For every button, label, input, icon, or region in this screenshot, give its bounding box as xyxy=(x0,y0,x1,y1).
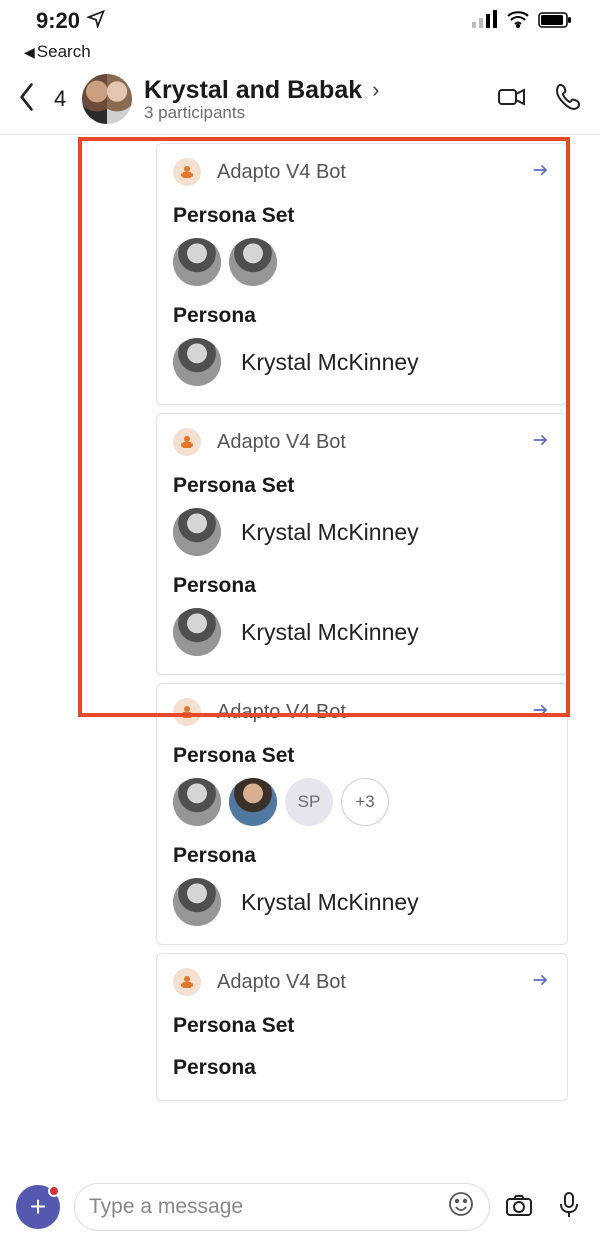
back-triangle-icon: ◀ xyxy=(24,44,35,61)
avatar xyxy=(173,878,221,926)
status-bar: 9:20 xyxy=(0,0,600,42)
bot-card: Adapto V4 Bot Persona Set Krystal McKinn… xyxy=(156,413,568,675)
message-placeholder: Type a message xyxy=(89,1195,437,1219)
chat-scroll-area[interactable]: Adapto V4 Bot Persona Set Persona Krysta… xyxy=(0,135,600,1169)
avatar xyxy=(173,338,221,386)
chat-title-text: Krystal and Babak xyxy=(144,76,362,105)
persona-name: Krystal McKinney xyxy=(241,619,419,646)
back-to-search[interactable]: ◀ Search xyxy=(0,42,600,68)
persona-set-heading: Persona Set xyxy=(173,744,551,768)
bot-avatar-icon xyxy=(173,698,201,726)
chat-subtitle: 3 participants xyxy=(144,103,480,123)
persona-heading: Persona xyxy=(173,844,551,868)
persona-heading: Persona xyxy=(173,574,551,598)
persona-heading: Persona xyxy=(173,304,551,328)
bot-card: Adapto V4 Bot Persona Set Persona xyxy=(156,953,568,1101)
cellular-icon xyxy=(472,8,498,34)
bot-name-label: Adapto V4 Bot xyxy=(217,161,531,184)
persona-row[interactable]: Krystal McKinney xyxy=(173,608,551,656)
persona-set-avatars: SP +3 xyxy=(173,778,551,826)
persona-set-avatars xyxy=(173,238,551,286)
back-button[interactable] xyxy=(16,81,38,118)
chat-header: 4 Krystal and Babak › 3 participants xyxy=(0,68,600,134)
avatar[interactable] xyxy=(229,778,277,826)
unread-count: 4 xyxy=(54,86,70,112)
persona-row[interactable]: Krystal McKinney xyxy=(173,878,551,926)
persona-set-heading: Persona Set xyxy=(173,204,551,228)
bot-name-label: Adapto V4 Bot xyxy=(217,701,531,724)
persona-set-row[interactable]: Krystal McKinney xyxy=(173,508,551,556)
bot-card: Adapto V4 Bot Persona Set Persona Krysta… xyxy=(156,143,568,405)
card-expand-button[interactable] xyxy=(531,700,551,725)
chevron-right-icon: › xyxy=(372,77,379,103)
avatar[interactable] xyxy=(173,778,221,826)
bot-card: Adapto V4 Bot Persona Set SP +3 Persona … xyxy=(156,683,568,945)
card-expand-button[interactable] xyxy=(531,970,551,995)
avatar-initials[interactable]: SP xyxy=(285,778,333,826)
persona-row[interactable]: Krystal McKinney xyxy=(173,338,551,386)
persona-name: Krystal McKinney xyxy=(241,519,419,546)
avatar xyxy=(173,508,221,556)
chat-title-block[interactable]: Krystal and Babak › 3 participants xyxy=(144,76,480,123)
bot-name-label: Adapto V4 Bot xyxy=(217,971,531,994)
card-expand-button[interactable] xyxy=(531,430,551,455)
persona-set-heading: Persona Set xyxy=(173,1014,551,1038)
chat-avatar[interactable] xyxy=(82,74,132,124)
persona-name: Krystal McKinney xyxy=(241,349,419,376)
avatar[interactable] xyxy=(173,238,221,286)
message-input[interactable]: Type a message xyxy=(74,1183,490,1231)
status-time: 9:20 xyxy=(36,8,80,34)
audio-call-button[interactable] xyxy=(552,81,584,118)
video-call-button[interactable] xyxy=(496,81,528,118)
camera-button[interactable] xyxy=(504,1190,534,1225)
compose-add-button[interactable]: + xyxy=(16,1185,60,1229)
notification-dot-icon xyxy=(48,1185,60,1197)
message-composer: + Type a message xyxy=(0,1167,600,1247)
bot-avatar-icon xyxy=(173,428,201,456)
avatar xyxy=(173,608,221,656)
persona-name: Krystal McKinney xyxy=(241,889,419,916)
plus-icon: + xyxy=(30,1193,46,1221)
emoji-button[interactable] xyxy=(447,1190,475,1224)
back-search-label: Search xyxy=(37,42,91,62)
microphone-button[interactable] xyxy=(554,1190,584,1225)
battery-icon xyxy=(538,8,572,34)
card-expand-button[interactable] xyxy=(531,160,551,185)
avatar-overflow[interactable]: +3 xyxy=(341,778,389,826)
bot-avatar-icon xyxy=(173,968,201,996)
bot-avatar-icon xyxy=(173,158,201,186)
persona-heading: Persona xyxy=(173,1056,551,1080)
wifi-icon xyxy=(506,8,530,34)
location-icon xyxy=(86,8,106,34)
bot-name-label: Adapto V4 Bot xyxy=(217,431,531,454)
persona-set-heading: Persona Set xyxy=(173,474,551,498)
avatar[interactable] xyxy=(229,238,277,286)
